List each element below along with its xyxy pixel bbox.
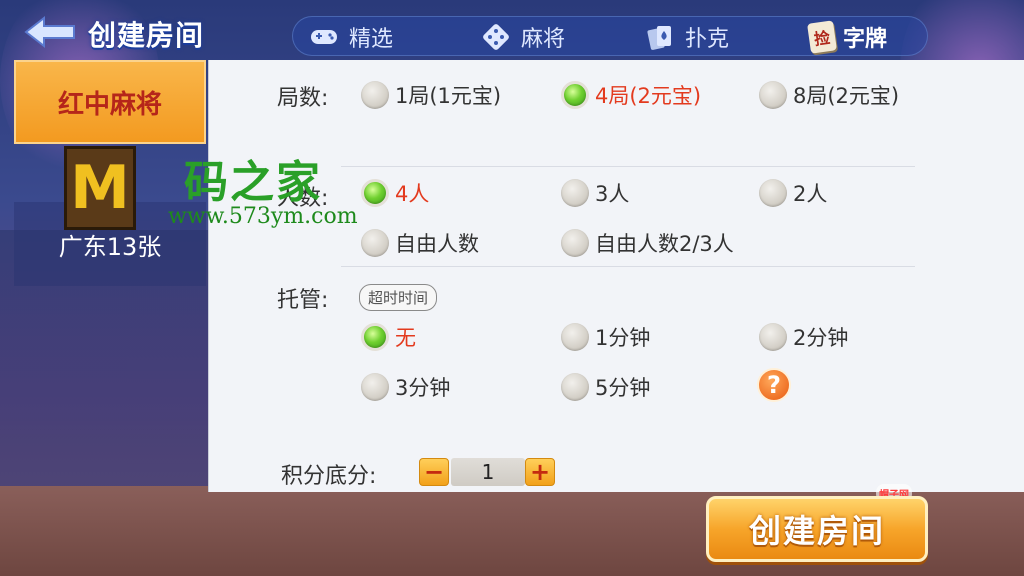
create-room-button[interactable]: 创建房间 — [706, 496, 928, 562]
radio-selected-icon — [561, 81, 589, 109]
radio-icon — [561, 373, 589, 401]
players-option-4[interactable]: 4人 — [361, 178, 429, 208]
hosting-option-5min[interactable]: 5分钟 — [561, 372, 650, 402]
radio-selected-icon — [361, 323, 389, 351]
rounds-option-4[interactable]: 4局(2元宝) — [561, 80, 701, 110]
page-title: 创建房间 — [88, 19, 205, 52]
base-score-value: 1 — [451, 458, 525, 486]
radio-selected-icon — [361, 179, 389, 207]
tab-word-tiles[interactable]: 捡 字牌 — [807, 17, 888, 57]
hosting-option-2min[interactable]: 2分钟 — [759, 322, 848, 352]
players-option-free-2-3[interactable]: 自由人数2/3人 — [561, 228, 734, 258]
players-option-free[interactable]: 自由人数 — [361, 228, 479, 258]
sidebar-item-hongzhong[interactable]: 红中麻将 — [14, 60, 206, 144]
hosting-option-3min[interactable]: 3分钟 — [361, 372, 450, 402]
sidebar-item-guangdong13[interactable]: 广东13张 — [14, 202, 206, 286]
back-button[interactable] — [20, 12, 80, 52]
players-option-label: 3人 — [595, 182, 630, 206]
tab-mahjong[interactable]: 麻将 — [479, 17, 565, 57]
rounds-option-label: 1局(1元宝) — [395, 84, 502, 108]
rounds-label: 局数: — [277, 86, 329, 111]
rounds-option-label: 8局(2元宝) — [793, 84, 900, 108]
gamepad-icon — [307, 22, 341, 52]
hosting-label: 托管: — [277, 288, 329, 313]
base-score-label: 积分底分: — [281, 464, 377, 489]
hosting-option-label: 3分钟 — [395, 376, 451, 400]
players-option-label: 自由人数2/3人 — [595, 232, 734, 256]
hosting-option-1min[interactable]: 1分钟 — [561, 322, 650, 352]
radio-icon — [759, 179, 787, 207]
divider — [341, 166, 915, 167]
tab-poker[interactable]: 扑克 — [643, 17, 729, 57]
radio-icon — [361, 373, 389, 401]
back-arrow-icon — [24, 15, 75, 49]
players-label: 人数: — [277, 186, 329, 211]
decrement-button[interactable]: − — [419, 458, 449, 486]
radio-icon — [561, 179, 589, 207]
divider — [341, 266, 915, 267]
radio-icon — [759, 323, 787, 351]
radio-icon — [361, 229, 389, 257]
players-option-label: 2人 — [793, 182, 828, 206]
rounds-option-1[interactable]: 1局(1元宝) — [361, 80, 501, 110]
radio-icon — [561, 323, 589, 351]
game-sidebar: 红中麻将 广东13张 — [14, 60, 206, 576]
increment-button[interactable]: + — [525, 458, 555, 486]
dice-icon — [479, 22, 513, 52]
hosting-option-label: 5分钟 — [595, 376, 651, 400]
hosting-option-label: 2分钟 — [793, 326, 849, 350]
radio-icon — [361, 81, 389, 109]
hosting-option-label: 无 — [395, 326, 416, 350]
tile-icon: 捡 — [807, 20, 837, 54]
hosting-option-label: 1分钟 — [595, 326, 651, 350]
hosting-option-none[interactable]: 无 — [361, 322, 416, 352]
players-option-label: 自由人数 — [395, 232, 479, 256]
radio-icon — [759, 81, 787, 109]
tab-word-tiles-label: 字牌 — [843, 27, 888, 52]
radio-icon — [561, 229, 589, 257]
players-option-label: 4人 — [395, 182, 430, 206]
rounds-option-8[interactable]: 8局(2元宝) — [759, 80, 899, 110]
players-option-3[interactable]: 3人 — [561, 178, 629, 208]
tab-featured[interactable]: 精选 — [307, 17, 393, 57]
tab-mahjong-label: 麻将 — [521, 27, 566, 52]
header: 创建房间 精选 麻将 扑克 捡 字牌 — [0, 0, 1024, 60]
rounds-option-label: 4局(2元宝) — [595, 84, 702, 108]
players-option-2[interactable]: 2人 — [759, 178, 827, 208]
tab-featured-label: 精选 — [349, 27, 394, 52]
timeout-badge: 超时时间 — [359, 284, 438, 311]
cards-icon — [643, 22, 677, 52]
room-settings-panel: 局数: 1局(1元宝) 4局(2元宝) 8局(2元宝) 人数: 4人 3人 2人… — [208, 60, 1024, 492]
help-icon[interactable]: ? — [757, 368, 791, 402]
category-tabbar: 精选 麻将 扑克 捡 字牌 — [292, 16, 928, 56]
tab-poker-label: 扑克 — [685, 27, 730, 52]
